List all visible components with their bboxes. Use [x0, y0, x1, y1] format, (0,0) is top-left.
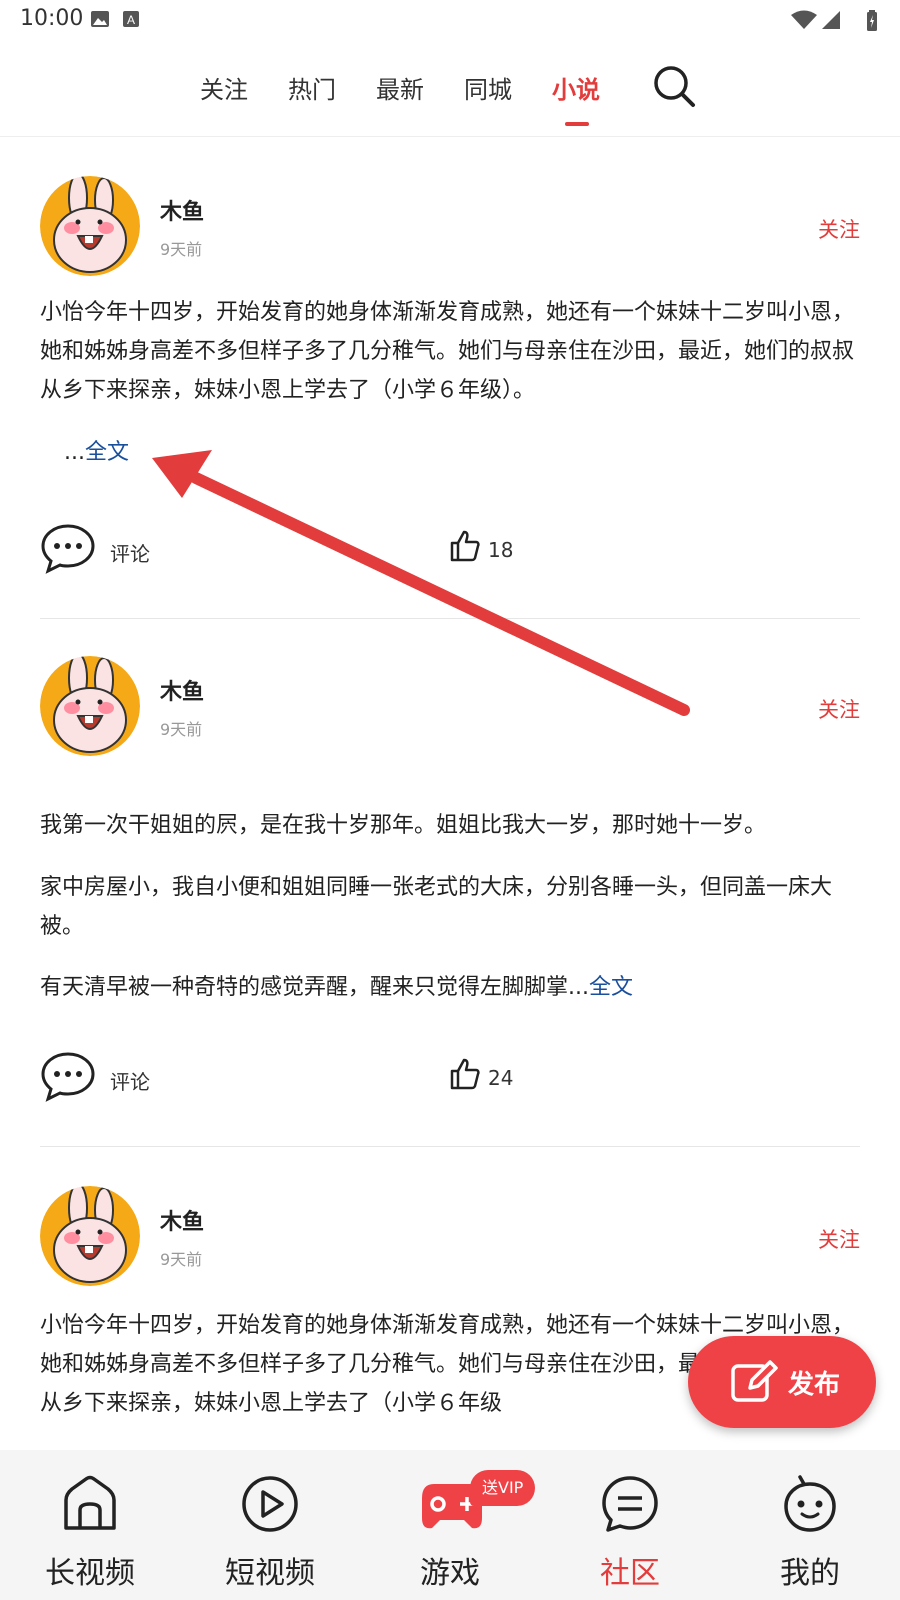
nav-label: 长视频: [45, 1556, 135, 1591]
full-text-link[interactable]: 全文: [589, 975, 633, 1000]
thumbs-up-icon[interactable]: [450, 1058, 480, 1090]
publish-label: 发布: [788, 1370, 841, 1400]
nav-long-video[interactable]: 长视频: [0, 1450, 180, 1600]
vip-badge: 送VIP: [470, 1470, 536, 1506]
bottom-nav: 长视频 短视频 游戏 送VIP 社区 我的: [0, 1450, 900, 1600]
post-card[interactable]: 木鱼 9天前 关注 我第一次干姐姐的屄，是在我十岁那年。姐姐比我大一岁，那时她十…: [40, 656, 860, 1116]
ellipsis: ...: [568, 975, 589, 1000]
status-time: 10:00: [20, 6, 84, 31]
comment-label[interactable]: 评论: [110, 538, 150, 567]
like-count: 18: [488, 538, 514, 562]
active-tab-indicator: [565, 122, 589, 126]
edit-icon: [731, 1360, 778, 1402]
search-icon[interactable]: [652, 64, 696, 108]
nav-label: 短视频: [225, 1556, 315, 1591]
battery-icon: [867, 10, 877, 31]
svg-text:A: A: [127, 13, 135, 27]
avatar[interactable]: [40, 176, 140, 276]
nav-label: 游戏: [420, 1556, 480, 1591]
post-card[interactable]: 木鱼 9天前 关注 小怡今年十四岁，开始发育的她身体渐渐发育成熟，她还有一个妹妹…: [40, 176, 860, 596]
image-notification-icon: [91, 11, 109, 27]
nav-label: 我的: [780, 1556, 840, 1591]
ellipsis: ...: [64, 440, 85, 465]
cellular-signal-icon: [822, 11, 840, 29]
bunny-avatar-icon: [40, 1186, 140, 1286]
username[interactable]: 木鱼: [160, 194, 204, 226]
play-icon: [242, 1476, 298, 1532]
tab-follow[interactable]: 关注: [200, 70, 248, 105]
post-text: 家中房屋小，我自小便和姐姐同睡一张老式的大床，分别各睡一头，但同盖一床大被。: [40, 875, 833, 939]
username[interactable]: 木鱼: [160, 1204, 204, 1236]
read-more[interactable]: ...全文: [64, 434, 129, 466]
like-count: 24: [488, 1066, 514, 1090]
post-text: 小怡今年十四岁，开始发育的她身体渐渐发育成熟，她还有一个妹妹十二岁叫小恩，她和姊…: [40, 300, 855, 403]
tab-local[interactable]: 同城: [464, 70, 512, 105]
follow-button[interactable]: 关注: [818, 1224, 860, 1254]
status-bar: 10:00 A: [0, 0, 900, 40]
avatar[interactable]: [40, 1186, 140, 1286]
post-divider: [40, 618, 860, 619]
post-text-line: 有天清早被一种奇特的感觉弄醒，醒来只觉得左脚脚掌: [40, 975, 569, 1000]
username[interactable]: 木鱼: [160, 674, 204, 706]
post-actions: 评论 24: [40, 1050, 860, 1110]
nav-mine[interactable]: 我的: [720, 1450, 900, 1600]
bunny-avatar-icon: [40, 176, 140, 276]
avatar[interactable]: [40, 656, 140, 756]
tab-novel[interactable]: 小说: [552, 70, 600, 105]
post-actions: 评论 18: [40, 522, 860, 582]
comment-label[interactable]: 评论: [110, 1066, 150, 1095]
post-text: 我第一次干姐姐的屄，是在我十岁那年。姐姐比我大一岁，那时她十一岁。: [40, 813, 767, 838]
home-icon: [64, 1475, 116, 1530]
robot-icon: [784, 1475, 836, 1532]
nav-community[interactable]: 社区: [540, 1450, 720, 1600]
nav-label: 社区: [600, 1556, 660, 1591]
follow-button[interactable]: 关注: [818, 694, 860, 724]
follow-button[interactable]: 关注: [818, 214, 860, 244]
tab-hot[interactable]: 热门: [288, 70, 336, 105]
app-notification-icon: A: [123, 11, 139, 27]
top-tab-bar: 关注 热门 最新 同城 小说: [0, 40, 900, 137]
comment-icon[interactable]: [40, 522, 96, 574]
post-time: 9天前: [160, 1250, 203, 1269]
post-text: 有天清早被一种奇特的感觉弄醒，醒来只觉得左脚脚掌...全文: [40, 968, 860, 1007]
tab-latest[interactable]: 最新: [376, 70, 424, 105]
nav-short-video[interactable]: 短视频: [180, 1450, 360, 1600]
bunny-avatar-icon: [40, 656, 140, 756]
comment-icon[interactable]: [40, 1050, 96, 1102]
post-time: 9天前: [160, 240, 203, 259]
chat-icon: [602, 1476, 658, 1532]
publish-button[interactable]: 发布: [688, 1336, 876, 1428]
thumbs-up-icon[interactable]: [450, 530, 480, 562]
full-text-link[interactable]: 全文: [85, 440, 129, 465]
post-divider: [40, 1146, 860, 1147]
wifi-icon: [791, 10, 817, 29]
post-time: 9天前: [160, 720, 203, 739]
